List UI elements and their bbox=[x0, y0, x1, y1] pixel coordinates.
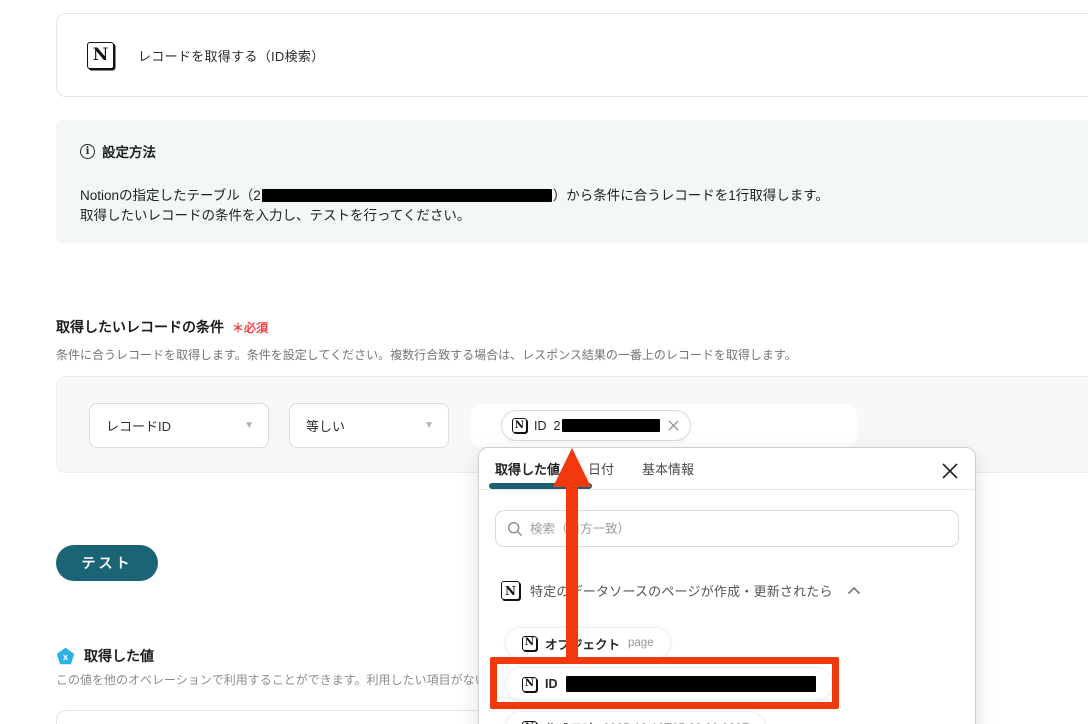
redacted-table-id bbox=[261, 188, 552, 202]
result-section-heading: x 取得した値 bbox=[56, 646, 154, 666]
popup-search-input[interactable] bbox=[530, 521, 947, 536]
result-title: 取得した値 bbox=[84, 648, 154, 664]
notion-icon: N bbox=[87, 41, 114, 69]
info-heading: 設定方法 bbox=[102, 145, 156, 160]
chevron-down-icon: ▼ bbox=[244, 420, 254, 431]
notion-icon: N bbox=[512, 418, 527, 433]
chip-remove-icon[interactable] bbox=[667, 419, 680, 432]
value-item-object[interactable]: N オブジェクト page bbox=[505, 627, 671, 659]
record-field-value: レコードID bbox=[106, 419, 172, 434]
info-heading-row: i 設定方法 bbox=[80, 141, 1088, 161]
condition-title-text: 取得したいレコードの条件 bbox=[56, 319, 224, 335]
value-item-created-at[interactable]: N 作成日時 2025-12-12T05:28:00.000Z bbox=[505, 711, 767, 724]
svg-text:x: x bbox=[63, 652, 69, 663]
test-button[interactable]: テスト bbox=[56, 545, 158, 581]
popup-search-box bbox=[495, 510, 959, 547]
condition-description: 条件に合うレコードを取得します。条件を設定してください。複数行合致する場合は、レ… bbox=[56, 348, 797, 362]
notion-icon: N bbox=[522, 720, 537, 724]
popup-close-icon[interactable] bbox=[940, 461, 960, 481]
value-item-label: オブジェクト bbox=[545, 637, 621, 652]
condition-value-field[interactable]: N ID 2 bbox=[471, 404, 857, 447]
result-description: この値を他のオペレーションで利用することができます。利用したい項目がない場合は、 bbox=[56, 673, 535, 687]
info-line1-prefix: Notionの指定したテーブル（2 bbox=[80, 188, 261, 203]
tab-date[interactable]: 日付 bbox=[588, 459, 614, 478]
popup-tab-bar: 取得した値 日付 基本情報 bbox=[479, 448, 975, 490]
info-line1-suffix: ）から条件に合うレコードを1行取得します。 bbox=[552, 188, 829, 203]
chip-value: 2 bbox=[554, 419, 661, 433]
page: N レコードを取得する（ID検索） i 設定方法 Notionの指定したテーブル… bbox=[0, 0, 1088, 724]
trigger-group-label: 特定のデータソースのページが作成・更新されたら bbox=[530, 584, 833, 599]
info-body-line2: 取得したいレコードの条件を入力し、テストを行ってください。 bbox=[80, 208, 471, 223]
value-chip[interactable]: N ID 2 bbox=[501, 410, 692, 441]
operator-value: 等しい bbox=[306, 419, 346, 434]
redacted-chip-value bbox=[562, 419, 661, 432]
info-body-line1: Notionの指定したテーブル（2 ）から条件に合うレコードを1行取得します。 bbox=[80, 186, 1088, 206]
notion-icon: N bbox=[522, 676, 537, 692]
chevron-down-icon: ▼ bbox=[424, 420, 434, 431]
search-icon bbox=[507, 521, 523, 536]
value-item-id[interactable]: N ID bbox=[505, 667, 833, 701]
active-tab-underline bbox=[489, 483, 592, 489]
value-item-value: page bbox=[628, 637, 654, 649]
tab-basic-info[interactable]: 基本情報 bbox=[642, 459, 694, 478]
trigger-group-header[interactable]: N 特定のデータソースのページが作成・更新されたら bbox=[501, 581, 861, 600]
value-item-label: ID bbox=[545, 677, 558, 691]
chevron-up-icon bbox=[847, 586, 860, 595]
notion-icon: N bbox=[522, 635, 537, 651]
value-picker-popup: 取得した値 日付 基本情報 N 特定のデータソースのページが作成・更新されたら … bbox=[478, 447, 976, 724]
notion-icon: N bbox=[501, 581, 520, 600]
required-badge: ＊必須 bbox=[232, 321, 269, 335]
value-item-label: 作成日時 bbox=[545, 719, 595, 724]
info-icon: i bbox=[80, 143, 95, 159]
action-title: レコードを取得する（ID検索） bbox=[138, 48, 325, 64]
output-badge-icon: x bbox=[56, 647, 75, 664]
condition-section-title: 取得したいレコードの条件 ＊必須 bbox=[56, 317, 268, 337]
setup-info-box: i 設定方法 Notionの指定したテーブル（2 ）から条件に合うレコードを1行取… bbox=[56, 120, 1088, 243]
chip-label: ID bbox=[534, 418, 547, 433]
action-header-card[interactable]: N レコードを取得する（ID検索） bbox=[56, 13, 1088, 97]
redacted-id-value bbox=[565, 676, 816, 692]
record-field-select[interactable]: レコードID ▼ bbox=[89, 403, 269, 448]
operator-select[interactable]: 等しい ▼ bbox=[289, 403, 449, 448]
info-body: Notionの指定したテーブル（2 ）から条件に合うレコードを1行取得します。 取… bbox=[80, 186, 1088, 226]
chip-value-prefix: 2 bbox=[553, 418, 561, 433]
tab-fetched-values[interactable]: 取得した値 bbox=[495, 459, 560, 478]
